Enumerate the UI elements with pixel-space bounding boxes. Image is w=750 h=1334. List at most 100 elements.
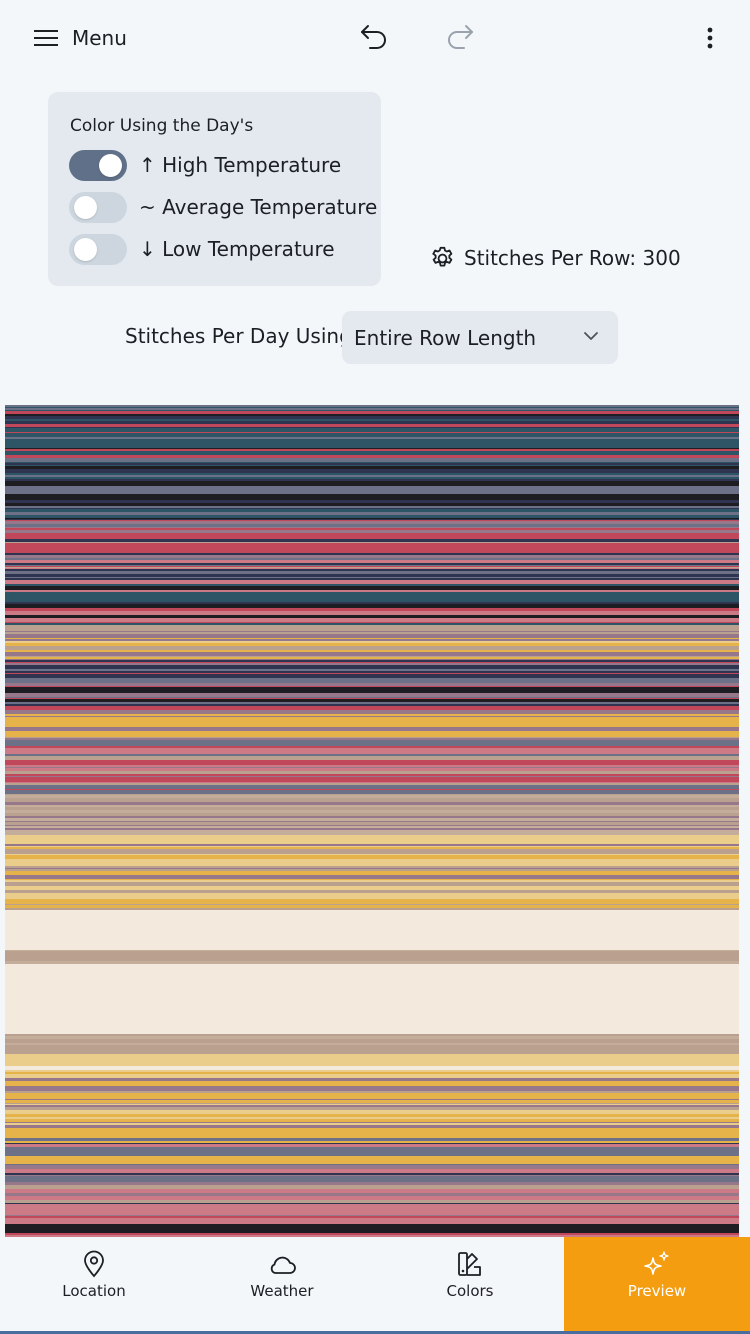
stripe-row bbox=[5, 639, 739, 640]
stripe-row bbox=[5, 917, 739, 918]
stripe-row bbox=[5, 828, 739, 830]
average-temperature-toggle[interactable] bbox=[69, 191, 127, 223]
stripe-row bbox=[5, 847, 739, 849]
stripe-row bbox=[5, 706, 739, 710]
nav-colors-label: Colors bbox=[446, 1282, 494, 1300]
hamburger-icon bbox=[34, 30, 58, 46]
stripe-row bbox=[5, 518, 739, 519]
stripe-row bbox=[5, 901, 739, 904]
stripe-row bbox=[5, 1063, 739, 1066]
selected-value: Entire Row Length bbox=[354, 325, 537, 350]
stripe-row bbox=[5, 1212, 739, 1215]
stripe-row bbox=[5, 1014, 739, 1016]
stripe-row bbox=[5, 704, 739, 706]
stripe-row bbox=[5, 659, 739, 660]
stripe-row bbox=[5, 1096, 739, 1099]
stripe-row bbox=[5, 810, 739, 813]
stripe-row bbox=[5, 947, 739, 950]
stripe-row bbox=[5, 799, 739, 802]
stripe-row bbox=[5, 408, 739, 410]
swatches-icon bbox=[458, 1252, 481, 1276]
stripe-row bbox=[5, 957, 739, 961]
stripe-row bbox=[5, 890, 739, 892]
stripe-row bbox=[5, 1029, 739, 1030]
stripe-row bbox=[5, 652, 739, 656]
stripe-row bbox=[5, 697, 739, 698]
stripe-row bbox=[5, 547, 739, 548]
stripe-row bbox=[5, 924, 739, 925]
average-temperature-label: ~ Average Temperature bbox=[139, 195, 378, 219]
stripe-row bbox=[5, 1193, 739, 1196]
stripe-row bbox=[5, 686, 739, 687]
stripe-row bbox=[5, 584, 739, 586]
stripe-row bbox=[5, 477, 739, 479]
stripe-row bbox=[5, 1137, 739, 1138]
low-temperature-toggle[interactable] bbox=[69, 233, 127, 265]
stripe-row bbox=[5, 936, 739, 939]
stripe-row bbox=[5, 970, 739, 972]
stripe-row bbox=[5, 1208, 739, 1212]
stripe-row bbox=[5, 1175, 739, 1176]
panel-title: Color Using the Day's bbox=[70, 116, 254, 136]
stripe-row bbox=[5, 1165, 739, 1166]
stripe-row bbox=[5, 508, 739, 509]
nav-weather[interactable]: Weather bbox=[188, 1237, 376, 1331]
toggle-row-average[interactable]: ~ Average Temperature bbox=[69, 191, 377, 223]
stripe-row bbox=[5, 1082, 739, 1086]
stripe-row bbox=[5, 1072, 739, 1074]
stripe-row bbox=[5, 950, 739, 951]
stripe-row bbox=[5, 473, 739, 475]
stripe-row bbox=[5, 1017, 739, 1018]
stripe-row bbox=[5, 657, 739, 659]
stripe-row bbox=[5, 632, 739, 634]
stripe-row bbox=[5, 760, 739, 763]
stripe-row bbox=[5, 921, 739, 924]
high-temperature-toggle[interactable] bbox=[69, 149, 127, 181]
toggle-row-low[interactable]: ↓ Low Temperature bbox=[69, 233, 335, 265]
stripe-row bbox=[5, 433, 739, 437]
redo-button[interactable] bbox=[444, 20, 478, 56]
undo-button[interactable] bbox=[358, 20, 392, 56]
stripe-row bbox=[5, 779, 739, 782]
stripe-row bbox=[5, 1176, 739, 1179]
stripe-row bbox=[5, 1164, 739, 1165]
stitches-per-day-select[interactable]: Entire Row Length bbox=[342, 311, 618, 364]
toggle-row-high[interactable]: ↑ High Temperature bbox=[69, 149, 341, 181]
stripe-row bbox=[5, 678, 739, 681]
menu-button[interactable]: Menu bbox=[34, 22, 127, 54]
stripe-row bbox=[5, 490, 739, 494]
stripe-row bbox=[5, 641, 739, 643]
stripe-row bbox=[5, 640, 739, 641]
stripe-row bbox=[5, 998, 739, 1002]
stripe-row bbox=[5, 1169, 739, 1173]
stripe-row bbox=[5, 1036, 739, 1039]
stripe-row bbox=[5, 875, 739, 879]
nav-location[interactable]: Location bbox=[0, 1237, 188, 1331]
stripe-row bbox=[5, 1044, 739, 1045]
stripe-row bbox=[5, 650, 739, 652]
stripe-row bbox=[5, 466, 739, 469]
stripe-row bbox=[5, 1215, 739, 1216]
nav-colors[interactable]: Colors bbox=[376, 1237, 564, 1331]
stripe-row bbox=[5, 928, 739, 929]
stripe-row bbox=[5, 673, 739, 674]
stripe-row bbox=[5, 512, 739, 513]
stripe-row bbox=[5, 578, 739, 580]
more-options-button[interactable] bbox=[696, 20, 724, 56]
stripe-row bbox=[5, 1173, 739, 1175]
stripe-row bbox=[5, 702, 739, 704]
stripe-row bbox=[5, 825, 739, 826]
stripe-row bbox=[5, 794, 739, 795]
stripe-row bbox=[5, 1039, 739, 1043]
nav-preview[interactable]: Preview bbox=[564, 1237, 750, 1331]
stripe-row bbox=[5, 1010, 739, 1012]
stripe-row bbox=[5, 618, 739, 622]
stripe-row bbox=[5, 543, 739, 547]
stripe-row bbox=[5, 449, 739, 451]
stripe-row bbox=[5, 542, 739, 543]
stripe-row bbox=[5, 443, 739, 445]
stitches-per-row-button[interactable]: Stitches Per Row: 300 bbox=[429, 243, 681, 273]
stripe-row bbox=[5, 763, 739, 765]
gear-icon bbox=[432, 246, 453, 266]
stripe-row bbox=[5, 859, 739, 861]
